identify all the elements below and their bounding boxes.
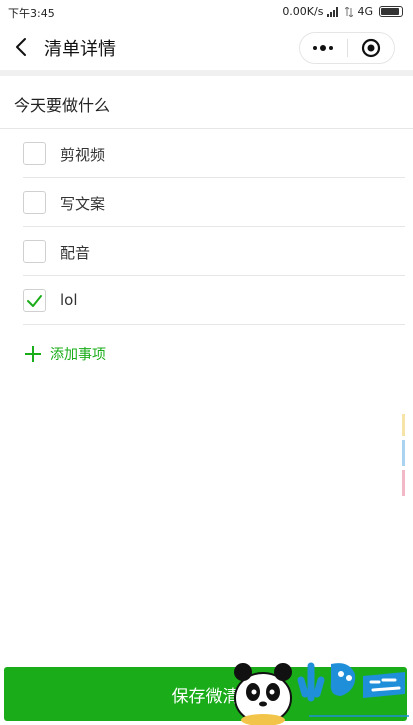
target-circle-icon <box>361 38 380 58</box>
edge-strip-yellow <box>402 414 405 436</box>
battery-icon <box>379 6 403 17</box>
todo-item: 写文案 <box>0 178 413 227</box>
edge-strip-blue <box>402 440 405 466</box>
add-item-label: 添加事项 <box>50 347 106 363</box>
todo-label: 剪视频 <box>60 146 106 164</box>
todo-label: lol <box>60 291 78 309</box>
todo-label: 写文案 <box>60 195 106 213</box>
todo-checkbox[interactable] <box>23 191 46 214</box>
xiaohei-watermark-logo <box>234 662 409 725</box>
todo-checkbox[interactable] <box>23 142 46 165</box>
nav-bar: 清单详情 <box>0 24 413 70</box>
data-arrows-icon <box>345 6 354 17</box>
checkmark-icon <box>27 295 42 307</box>
status-bar: 下午3:45 0.00K/s 4G <box>0 0 413 24</box>
back-arrow-icon[interactable] <box>12 36 32 58</box>
plus-icon <box>25 346 41 362</box>
more-button[interactable] <box>300 33 347 63</box>
todo-item: 剪视频 <box>0 129 413 178</box>
status-time: 下午3:45 <box>8 7 55 20</box>
network-speed: 0.00K/s <box>282 5 324 18</box>
signal-icon <box>327 6 339 17</box>
todo-label: 配音 <box>60 244 91 262</box>
todo-checkbox[interactable] <box>23 240 46 263</box>
more-dots-icon <box>313 45 334 51</box>
network-type: 4G <box>357 5 373 18</box>
edge-strip-pink <box>402 470 405 496</box>
header-separator <box>0 70 413 76</box>
item-divider <box>23 324 405 325</box>
close-miniprogram-button[interactable] <box>348 33 395 63</box>
todo-item: lol <box>0 276 413 325</box>
todo-item: 配音 <box>0 227 413 276</box>
miniprogram-capsule <box>299 32 395 64</box>
page-title: 清单详情 <box>44 39 116 60</box>
add-item-button[interactable]: 添加事项 <box>24 341 106 367</box>
list-title: 今天要做什么 <box>14 96 111 115</box>
todo-checkbox-checked[interactable] <box>23 289 46 312</box>
status-indicators: 0.00K/s 4G <box>282 5 403 18</box>
